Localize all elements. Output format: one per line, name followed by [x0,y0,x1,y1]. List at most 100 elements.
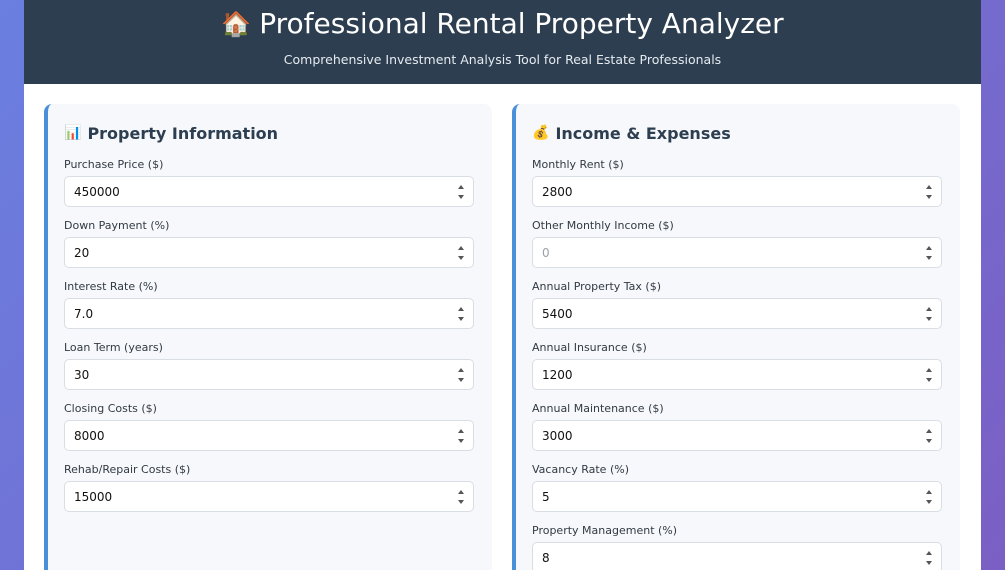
vacancy-rate-label: Vacancy Rate (%) [532,463,629,476]
bar-chart-icon: 📊 [64,125,82,141]
spinner-up-icon[interactable] [457,185,464,189]
page-title-text: Professional Rental Property Analyzer [259,7,784,40]
rehab-costs-wrapper [64,481,474,512]
vacancy-rate-input[interactable] [533,482,941,511]
spinner-up-icon[interactable] [457,307,464,311]
down-payment-label: Down Payment (%) [64,219,170,232]
spinner-down-icon[interactable] [925,439,932,443]
vacancy-rate-wrapper [532,481,942,512]
monthly-rent-input[interactable] [533,177,941,206]
monthly-rent-spinner[interactable] [925,185,932,199]
spinner-up-icon[interactable] [457,490,464,494]
closing-costs-field: Closing Costs ($) [64,402,476,451]
loan-term-field: Loan Term (years) [64,341,476,390]
spinner-up-icon[interactable] [457,429,464,433]
spinner-down-icon[interactable] [457,439,464,443]
monthly-rent-wrapper [532,176,942,207]
down-payment-wrapper [64,237,474,268]
monthly-rent-field: Monthly Rent ($) [532,158,944,207]
spinner-up-icon[interactable] [457,368,464,372]
rehab-costs-field: Rehab/Repair Costs ($) [64,463,476,512]
spinner-down-icon[interactable] [457,317,464,321]
closing-costs-label: Closing Costs ($) [64,402,157,415]
rehab-costs-spinner[interactable] [457,490,464,504]
property-information-panel: 📊 Property Information Purchase Price ($… [44,104,492,570]
spinner-up-icon[interactable] [925,185,932,189]
maintenance-label: Annual Maintenance ($) [532,402,664,415]
interest-rate-input[interactable] [65,299,473,328]
spinner-up-icon[interactable] [925,429,932,433]
spinner-down-icon[interactable] [925,561,932,565]
property-tax-field: Annual Property Tax ($) [532,280,944,329]
header: 🏠 Professional Rental Property Analyzer … [24,0,981,84]
other-income-label: Other Monthly Income ($) [532,219,674,232]
purchase-price-label: Purchase Price ($) [64,158,164,171]
property-management-input[interactable] [533,543,941,570]
maintenance-field: Annual Maintenance ($) [532,402,944,451]
down-payment-spinner[interactable] [457,246,464,260]
loan-term-input[interactable] [65,360,473,389]
property-management-spinner[interactable] [925,551,932,565]
page-title: 🏠 Professional Rental Property Analyzer [24,6,981,42]
maintenance-spinner[interactable] [925,429,932,443]
vacancy-rate-spinner[interactable] [925,490,932,504]
purchase-price-input[interactable] [65,177,473,206]
property-management-label: Property Management (%) [532,524,678,537]
vacancy-rate-field: Vacancy Rate (%) [532,463,944,512]
closing-costs-spinner[interactable] [457,429,464,443]
property-tax-label: Annual Property Tax ($) [532,280,662,293]
spinner-down-icon[interactable] [925,256,932,260]
insurance-input[interactable] [533,360,941,389]
spinner-down-icon[interactable] [925,195,932,199]
maintenance-input[interactable] [533,421,941,450]
app-container: 🏠 Professional Rental Property Analyzer … [24,0,981,570]
purchase-price-wrapper [64,176,474,207]
maintenance-wrapper [532,420,942,451]
house-icon: 🏠 [221,10,252,38]
insurance-spinner[interactable] [925,368,932,382]
closing-costs-input[interactable] [65,421,473,450]
property-information-heading: 📊 Property Information [64,122,476,144]
property-tax-input[interactable] [533,299,941,328]
rehab-costs-label: Rehab/Repair Costs ($) [64,463,191,476]
monthly-rent-label: Monthly Rent ($) [532,158,624,171]
spinner-down-icon[interactable] [457,500,464,504]
spinner-down-icon[interactable] [457,256,464,260]
property-tax-spinner[interactable] [925,307,932,321]
property-information-title: Property Information [87,123,279,143]
money-bag-icon: 💰 [532,125,550,141]
other-income-wrapper [532,237,942,268]
spinner-up-icon[interactable] [925,490,932,494]
income-expenses-panel: 💰 Income & Expenses Monthly Rent ($) Oth… [512,104,960,570]
income-expenses-title: Income & Expenses [555,123,731,143]
spinner-up-icon[interactable] [457,246,464,250]
spinner-down-icon[interactable] [925,317,932,321]
insurance-wrapper [532,359,942,390]
loan-term-wrapper [64,359,474,390]
spinner-up-icon[interactable] [925,368,932,372]
spinner-up-icon[interactable] [925,307,932,311]
interest-rate-label: Interest Rate (%) [64,280,158,293]
property-management-wrapper [532,542,942,570]
income-expenses-heading: 💰 Income & Expenses [532,122,944,144]
spinner-up-icon[interactable] [925,551,932,555]
spinner-down-icon[interactable] [925,500,932,504]
other-income-input[interactable] [533,238,941,267]
interest-rate-spinner[interactable] [457,307,464,321]
other-income-spinner[interactable] [925,246,932,260]
purchase-price-field: Purchase Price ($) [64,158,476,207]
down-payment-field: Down Payment (%) [64,219,476,268]
interest-rate-field: Interest Rate (%) [64,280,476,329]
insurance-label: Annual Insurance ($) [532,341,647,354]
property-management-field: Property Management (%) [532,524,944,570]
loan-term-spinner[interactable] [457,368,464,382]
purchase-price-spinner[interactable] [457,185,464,199]
interest-rate-wrapper [64,298,474,329]
down-payment-input[interactable] [65,238,473,267]
spinner-down-icon[interactable] [457,195,464,199]
spinner-up-icon[interactable] [925,246,932,250]
rehab-costs-input[interactable] [65,482,473,511]
spinner-down-icon[interactable] [925,378,932,382]
insurance-field: Annual Insurance ($) [532,341,944,390]
spinner-down-icon[interactable] [457,378,464,382]
